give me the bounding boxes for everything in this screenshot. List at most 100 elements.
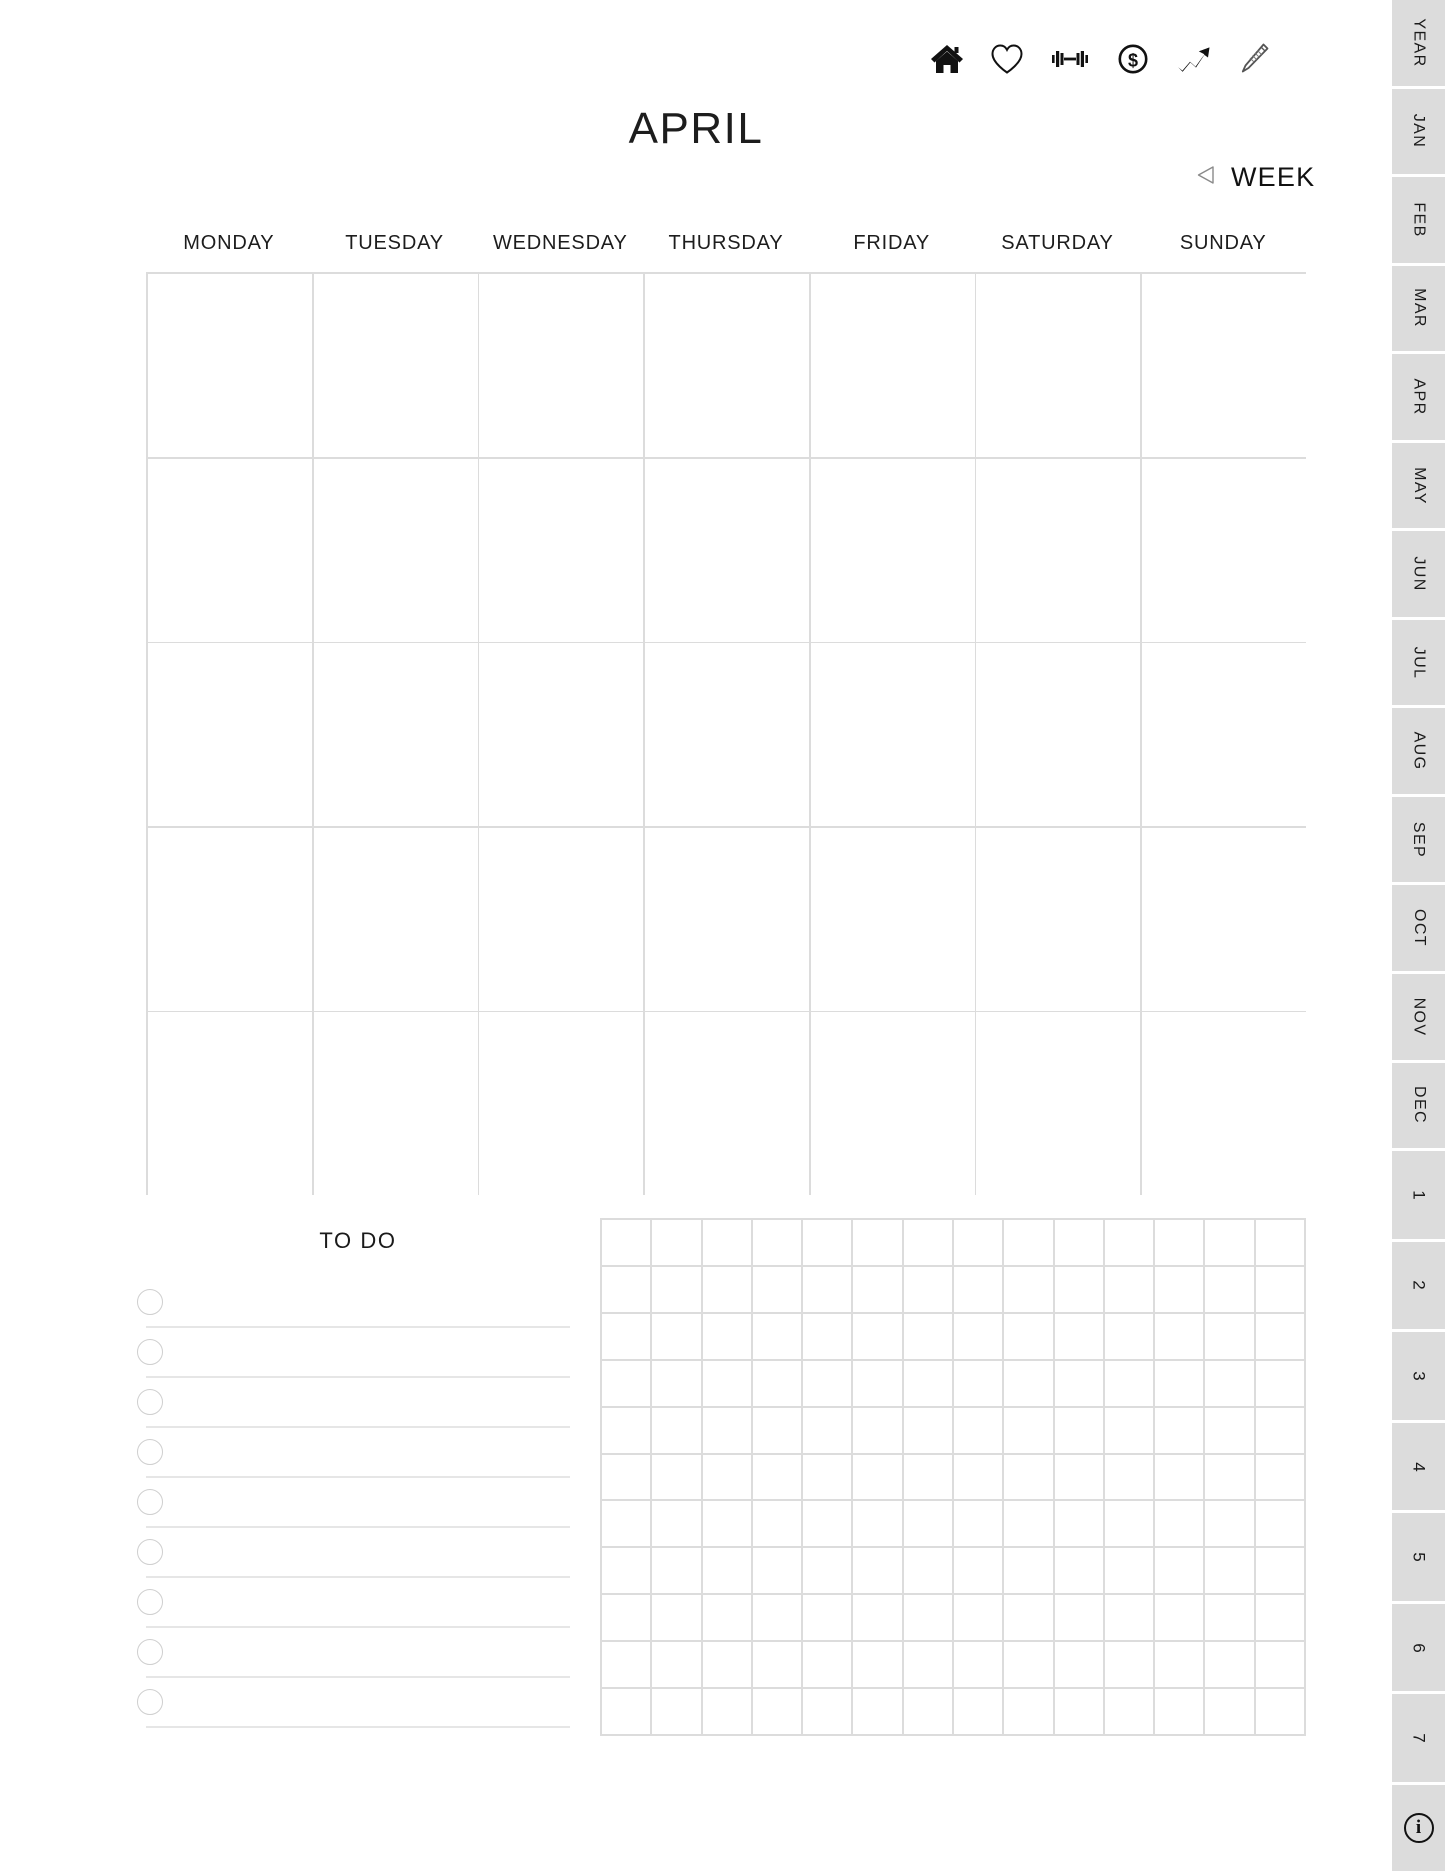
tab-4[interactable]: 4	[1392, 1422, 1445, 1514]
notes-grid-cell[interactable]	[602, 1220, 651, 1265]
calendar-day-cell[interactable]	[313, 458, 478, 642]
calendar-day-cell[interactable]	[644, 458, 810, 642]
notes-grid-cell[interactable]	[953, 1501, 1003, 1547]
tab-oct[interactable]: OCT	[1392, 885, 1445, 975]
notes-grid-cell[interactable]	[1104, 1548, 1154, 1594]
notes-grid-cell[interactable]	[1205, 1313, 1254, 1359]
notes-grid-cell[interactable]	[602, 1501, 651, 1547]
notes-grid-cell[interactable]	[1255, 1595, 1304, 1641]
notes-grid-cell[interactable]	[803, 1689, 852, 1734]
calendar-day-cell[interactable]	[644, 274, 810, 457]
calendar-day-cell[interactable]	[148, 643, 313, 826]
notes-grid-cell[interactable]	[1104, 1266, 1154, 1312]
notes-grid-cell[interactable]	[903, 1313, 952, 1359]
notes-grid-cell[interactable]	[1255, 1689, 1304, 1734]
notes-grid-cell[interactable]	[1104, 1407, 1154, 1453]
notes-grid-cell[interactable]	[652, 1501, 701, 1547]
notes-grid-cell[interactable]	[903, 1220, 952, 1265]
calendar-day-cell[interactable]	[148, 827, 313, 1011]
todo-item-text[interactable]	[163, 1578, 570, 1626]
notes-grid-cell[interactable]	[1155, 1548, 1204, 1594]
calendar-day-cell[interactable]	[644, 643, 810, 826]
home-icon[interactable]	[930, 43, 964, 75]
notes-grid-cell[interactable]	[1054, 1595, 1103, 1641]
notes-grid-cell[interactable]	[1155, 1454, 1204, 1500]
notes-grid-cell[interactable]	[1004, 1407, 1053, 1453]
calendar-day-cell[interactable]	[1141, 274, 1306, 457]
notes-grid-cell[interactable]	[652, 1360, 701, 1406]
notes-grid-cell[interactable]	[652, 1313, 701, 1359]
notes-grid-cell[interactable]	[953, 1360, 1003, 1406]
calendar-day-cell[interactable]	[644, 827, 810, 1011]
notes-grid-cell[interactable]	[652, 1689, 701, 1734]
calendar-day-cell[interactable]	[976, 827, 1141, 1011]
tab-2[interactable]: 2	[1392, 1241, 1445, 1333]
notes-grid-cell[interactable]	[803, 1360, 852, 1406]
notes-grid-cell[interactable]	[702, 1407, 751, 1453]
calendar-day-cell[interactable]	[479, 827, 644, 1011]
notes-grid-cell[interactable]	[1205, 1548, 1254, 1594]
notes-grid-cell[interactable]	[602, 1689, 651, 1734]
notes-grid-cell[interactable]	[702, 1501, 751, 1547]
notes-grid-cell[interactable]	[652, 1595, 701, 1641]
notes-grid-cell[interactable]	[1255, 1266, 1304, 1312]
calendar-day-cell[interactable]	[479, 274, 644, 457]
calendar-day-cell[interactable]	[148, 458, 313, 642]
calendar-day-cell[interactable]	[1141, 827, 1306, 1011]
calendar-day-cell[interactable]	[313, 1012, 478, 1195]
tab-6[interactable]: 6	[1392, 1603, 1445, 1695]
tab-1[interactable]: 1	[1392, 1151, 1445, 1242]
calendar-day-cell[interactable]	[313, 643, 478, 826]
todo-checkbox-circle-icon[interactable]	[137, 1689, 163, 1715]
notes-grid-cell[interactable]	[752, 1220, 802, 1265]
notes-grid-cell[interactable]	[1104, 1689, 1154, 1734]
notes-grid-cell[interactable]	[1104, 1595, 1154, 1641]
dumbbell-icon[interactable]	[1050, 43, 1090, 75]
notes-grid-cell[interactable]	[953, 1454, 1003, 1500]
notes-grid-cell[interactable]	[903, 1360, 952, 1406]
notes-grid-cell[interactable]	[652, 1266, 701, 1312]
todo-checkbox-circle-icon[interactable]	[137, 1289, 163, 1315]
notes-grid-cell[interactable]	[853, 1407, 902, 1453]
notes-grid-cell[interactable]	[1004, 1689, 1053, 1734]
notes-grid-cell[interactable]	[1054, 1266, 1103, 1312]
notes-grid-cell[interactable]	[752, 1689, 802, 1734]
calendar-day-cell[interactable]	[479, 458, 644, 642]
notes-grid-cell[interactable]	[903, 1642, 952, 1688]
notes-grid-cell[interactable]	[652, 1220, 701, 1265]
notes-grid-cell[interactable]	[853, 1501, 902, 1547]
notes-grid-cell[interactable]	[953, 1548, 1003, 1594]
todo-checkbox-circle-icon[interactable]	[137, 1439, 163, 1465]
notes-grid-cell[interactable]	[1155, 1407, 1204, 1453]
notes-grid-cell[interactable]	[1004, 1501, 1053, 1547]
todo-item[interactable]	[137, 1528, 570, 1578]
todo-item[interactable]	[137, 1428, 570, 1478]
notes-grid-cell[interactable]	[702, 1642, 751, 1688]
notes-grid-cell[interactable]	[702, 1454, 751, 1500]
notes-grid-cell[interactable]	[803, 1548, 852, 1594]
notes-grid-cell[interactable]	[702, 1313, 751, 1359]
notes-grid-cell[interactable]	[953, 1689, 1003, 1734]
notes-grid-cell[interactable]	[1004, 1548, 1053, 1594]
notes-grid-cell[interactable]	[752, 1266, 802, 1312]
tab-sep[interactable]: SEP	[1392, 796, 1445, 886]
notes-grid-cell[interactable]	[1155, 1642, 1204, 1688]
notes-grid-cell[interactable]	[1205, 1266, 1254, 1312]
notes-grid-cell[interactable]	[752, 1501, 802, 1547]
notes-grid-cell[interactable]	[652, 1548, 701, 1594]
trending-up-icon[interactable]	[1176, 43, 1212, 75]
notes-grid-cell[interactable]	[853, 1595, 902, 1641]
week-view-button[interactable]: WEEK	[1195, 162, 1315, 193]
notes-grid-cell[interactable]	[602, 1313, 651, 1359]
todo-item-text[interactable]	[163, 1278, 570, 1326]
calendar-day-cell[interactable]	[810, 274, 975, 457]
calendar-day-cell[interactable]	[1141, 458, 1306, 642]
calendar-day-cell[interactable]	[313, 274, 478, 457]
notes-grid-cell[interactable]	[953, 1595, 1003, 1641]
notes-grid-cell[interactable]	[903, 1454, 952, 1500]
notes-grid-cell[interactable]	[1104, 1501, 1154, 1547]
notes-grid-cell[interactable]	[853, 1266, 902, 1312]
notes-grid-cell[interactable]	[1104, 1360, 1154, 1406]
notes-grid-cell[interactable]	[803, 1266, 852, 1312]
notes-grid-cell[interactable]	[1255, 1407, 1304, 1453]
